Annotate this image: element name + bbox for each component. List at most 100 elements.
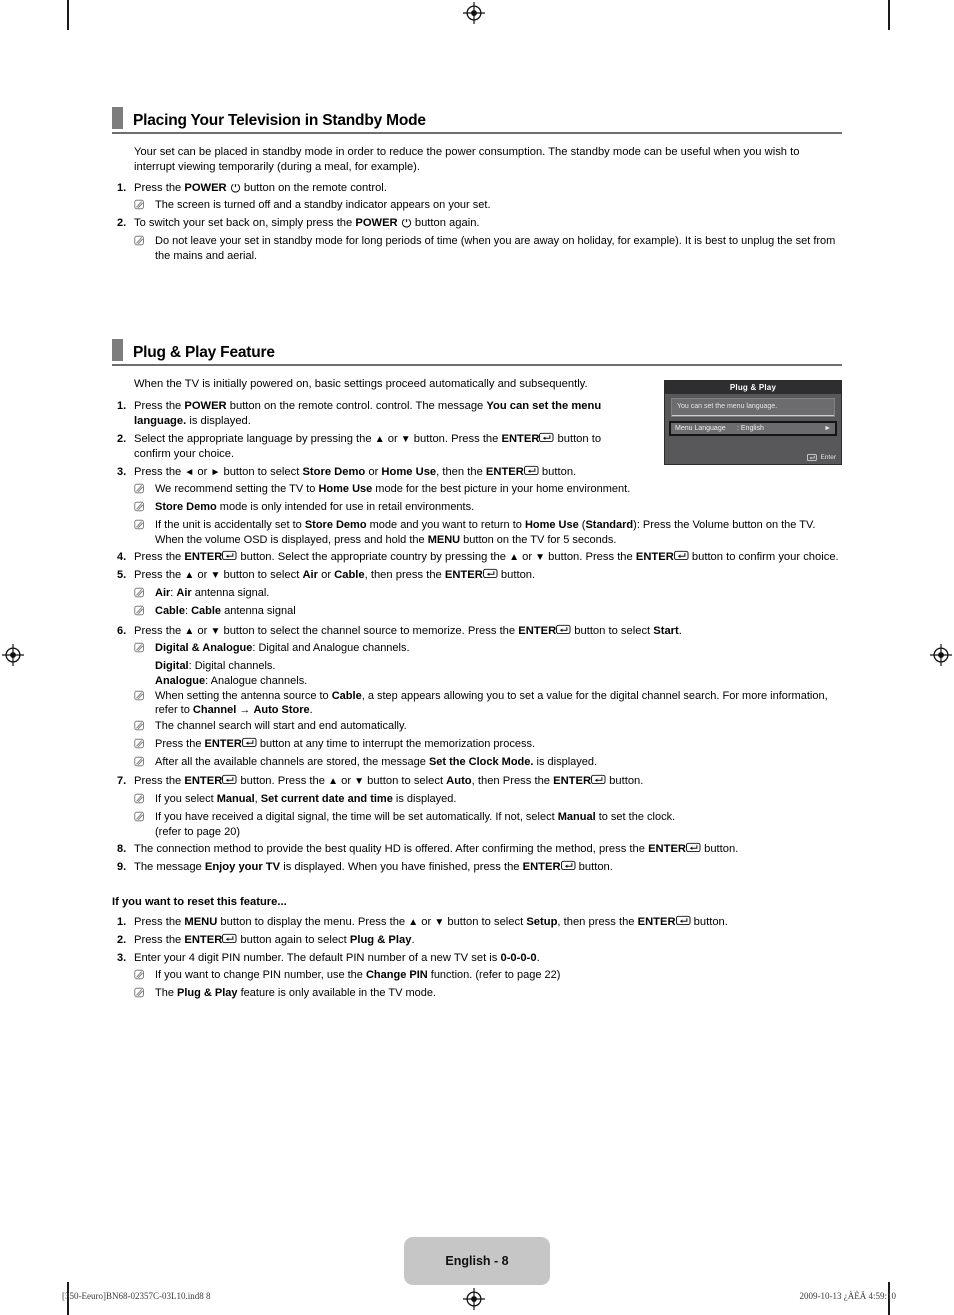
step-text-part: button. Press the [237,775,329,788]
step-text-part: button to select [571,624,654,637]
list-item: 1. Press the MENU button to display the … [112,915,842,930]
osd-footer: Enter [807,454,836,461]
step-number: 4. [117,551,127,564]
enter-label: ENTER [184,551,223,564]
list-item: 4. Press the ENTER button. Select the ap… [112,550,842,565]
arrow-text: → [236,704,254,717]
step-text-part: Select the appropriate language by press… [134,432,375,445]
note-text-part: mode is only intended for use in retail … [216,501,475,514]
list-item: 2. To switch your set back on, simply pr… [112,216,842,231]
step-text-part: Press the [134,465,185,478]
step-number: 9. [117,861,127,874]
enter-label: ENTER [444,569,483,582]
step-text: The connection method to provide the bes… [134,842,842,857]
plug-play-label: Plug & Play [349,933,412,946]
down-arrow-icon: ▼ [535,552,546,564]
step-text: Press the POWER button on the remote con… [134,399,642,429]
menu-label: MENU [427,533,461,546]
enter-icon [222,774,237,785]
step-text-part: , then the [436,465,486,478]
enter-icon [222,550,237,561]
step-text: Select the appropriate language by press… [134,432,602,460]
note-icon [134,198,155,215]
enter-icon [523,465,539,476]
note-reference: (refer to page 20) [155,825,240,838]
step-text: Enter your 4 digit PIN number. The defau… [134,951,842,966]
down-arrow-icon: ▼ [210,570,221,582]
enter-label: ENTER [204,737,242,750]
step-text-part: Press the [134,916,185,929]
step-text: Press the MENU button to display the men… [134,915,728,929]
step-text-part: or [365,465,382,478]
reset-step-list: 1. Press the MENU button to display the … [112,915,842,1003]
note-icon [134,737,155,754]
osd-menu-language-row[interactable]: Menu Language : English ► [669,421,837,436]
step-text: Press the ◄ or ► button to select Store … [134,465,842,480]
step-text: The message Enjoy your TV is displayed. … [134,860,842,875]
section-header-standby: Placing Your Television in Standby Mode [112,107,842,134]
note-text-part: is displayed. [392,793,457,806]
enter-label: ENTER [184,775,223,788]
step-text-part: . [411,933,415,946]
step-number: 2. [117,432,127,445]
note-icon [134,968,155,985]
step-text: Press the POWER button on the remote con… [134,181,842,196]
section-marker [112,339,123,361]
note-text-part: feature is only available in the TV mode… [237,987,437,1000]
note-item: We recommend setting the TV to Home Use … [134,482,842,499]
note-text-part: mode for the best picture in your home e… [372,483,631,496]
note-list: We recommend setting the TV to Home Use … [134,482,842,547]
list-item: 5. Press the ▲ or ▼ button to select Air… [112,568,842,583]
standby-step-list: 1. Press the POWER button on the remote … [112,181,842,264]
step-number: 7. [117,775,127,788]
list-item: 2. Press the ENTER button again to selec… [112,933,842,948]
section-title-plug-play: Plug & Play Feature [133,343,275,361]
note-list: Air: Air antenna signal. Cable: Cable an… [134,586,842,621]
note-text-part: button on the TV for 5 seconds. [460,533,617,546]
step-text-part: The message [134,861,205,874]
note-text: Store Demo mode is only intended for use… [155,500,842,515]
right-arrow-icon: ► [210,466,221,478]
air-label: Air [176,586,192,599]
step-text-part: button on the remote control. control. T… [226,399,487,412]
note-text: If the unit is accidentally set to Store… [155,518,842,547]
reset-subsection: If you want to reset this feature... 1. … [112,895,842,1003]
step-text-part: button to confirm your choice. [688,551,839,564]
manual-label: Manual [557,810,596,823]
note-text-part: If you have received a digital signal, t… [155,810,558,823]
enter-label: ENTER [522,861,561,874]
note-icon [134,689,155,706]
note-text-part: If you select [155,793,217,806]
footer-file-reference: [350-Eeuro]BN68-02357C-03L10.ind8 8 [62,1291,211,1301]
note-text-part: to set the clock. [595,810,676,823]
step-text-part: Press the [134,551,185,564]
note-icon [134,986,155,1003]
step-number: 3. [117,465,127,478]
note-item: Digital & Analogue: Digital and Analogue… [134,641,842,658]
note-text-part: . [309,704,313,717]
air-label: Air [155,586,171,599]
step-text-part: , then press the [364,569,445,582]
note-text: The channel search will start and end au… [155,719,407,732]
digital-analogue-label: Digital & Analogue [155,642,253,655]
footer-timestamp: 2009-10-13 ¿ÀÈÄ 4:59:10 [799,1291,897,1301]
list-item: 6. Press the ▲ or ▼ button to select the… [112,624,842,639]
note-item: Cable: Cable antenna signal [134,604,842,621]
chevron-right-icon[interactable]: ► [824,425,831,432]
step-number: 5. [117,569,127,582]
section-standby-mode: Placing Your Television in Standby Mode … [112,107,842,264]
down-arrow-icon: ▼ [400,433,411,445]
list-item: 3. Enter your 4 digit PIN number. The de… [112,951,842,966]
step-number: 1. [117,181,127,194]
note-item: The screen is turned off and a standby i… [134,198,842,215]
enter-label: ENTER [184,933,223,946]
note-icon [134,482,155,499]
enjoy-tv-label: Enjoy your TV [204,861,281,874]
note-icon [134,755,155,772]
power-label: POWER [355,217,398,230]
enter-icon [222,933,237,944]
note-text-part: After all the available channels are sto… [155,755,429,768]
note-text: Cable: Cable antenna signal [155,604,842,619]
home-use-label: Home Use [524,519,579,532]
step-number: 8. [117,843,127,856]
